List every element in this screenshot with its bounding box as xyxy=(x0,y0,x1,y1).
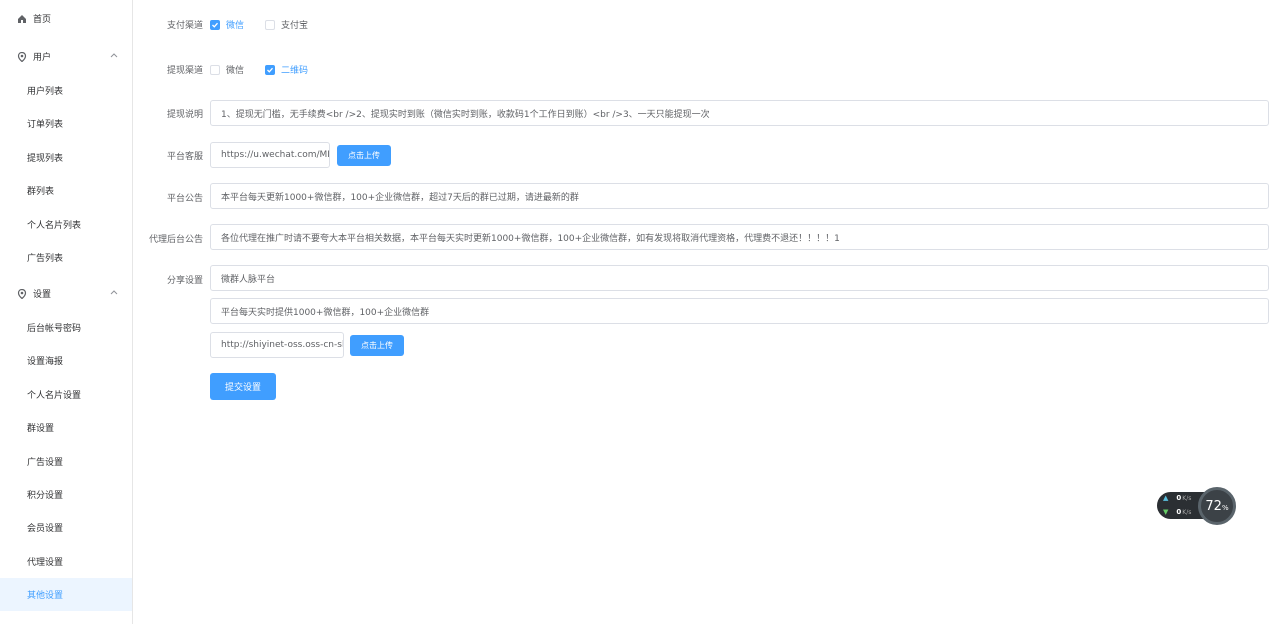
download-arrow-icon: ▼ xyxy=(1163,508,1169,516)
home-icon xyxy=(17,14,27,24)
sidebar-item-home[interactable]: 首页 xyxy=(0,2,132,35)
sidebar-item[interactable]: 用户列表 xyxy=(0,74,132,107)
sidebar-item-label: 群列表 xyxy=(27,187,55,198)
pay-wechat-checkbox[interactable]: 微信 xyxy=(210,18,244,31)
cpu-gauge: 72% xyxy=(1198,487,1236,525)
check-icon xyxy=(265,64,275,75)
system-monitor-widget[interactable]: ▲ 0 K/s ▼ 0 K/s 72% xyxy=(1157,487,1237,525)
sidebar-item-label: 广告列表 xyxy=(27,254,64,264)
sidebar-item[interactable]: 广告设置 xyxy=(0,445,132,478)
sidebar-item[interactable]: 设置海报 xyxy=(0,344,132,377)
platform-service-label: 平台客服 xyxy=(166,152,203,162)
sidebar-group-label: 用户 xyxy=(33,53,52,63)
withdraw-wechat-checkbox[interactable]: 微信 xyxy=(210,63,244,76)
sidebar-item[interactable]: 群列表 xyxy=(0,174,132,207)
sidebar-item[interactable]: 订单列表 xyxy=(0,107,132,140)
sidebar-item[interactable]: 群设置 xyxy=(0,411,132,444)
withdraw-qrcode-checkbox[interactable]: 二维码 xyxy=(265,63,308,76)
sidebar-item-label: 其他设置 xyxy=(27,591,64,602)
agent-notice-label: 代理后台公告 xyxy=(148,235,203,245)
download-speed: ▼ 0 K/s xyxy=(1163,508,1192,516)
sidebar-item-label: 会员设置 xyxy=(27,524,64,535)
pay-channel-label: 支付渠道 xyxy=(166,21,203,31)
sidebar-item-label: 首页 xyxy=(33,15,52,25)
location-icon xyxy=(17,51,27,62)
share-title-input[interactable]: 微群人脉平台 xyxy=(210,265,1269,291)
sidebar-item[interactable]: 会员设置 xyxy=(0,511,132,544)
sidebar-item-label: 广告设置 xyxy=(27,457,64,468)
platform-service-input[interactable]: https://u.wechat.com/MI xyxy=(210,142,330,168)
withdraw-desc-label: 提现说明 xyxy=(166,110,203,120)
sidebar-item-label: 设置海报 xyxy=(27,357,64,368)
pay-alipay-checkbox[interactable]: 支付宝 xyxy=(265,18,308,31)
withdraw-desc-input[interactable]: 1、提现无门槛，无手续费<br />2、提现实时到账（微信实时到账，收款码1个工… xyxy=(210,100,1269,126)
sidebar-item[interactable]: 广告列表 xyxy=(0,241,132,274)
sidebar: 首页 用户 用户列表订单列表提现列表群列表个人名片列表 广告列表 设置 后台帐号密… xyxy=(0,0,133,624)
sidebar-item-label: 积分设置 xyxy=(27,491,64,501)
sidebar-item-label: 后台帐号密码 xyxy=(27,324,82,334)
sidebar-item-label: 个人名片列表 xyxy=(27,220,82,231)
sidebar-item[interactable]: 提现列表 xyxy=(0,141,132,174)
share-upload-button[interactable]: 点击上传 xyxy=(350,335,404,356)
location-icon xyxy=(17,288,27,299)
share-image-input[interactable]: http://shiyinet-oss.oss-cn-sl xyxy=(210,332,344,358)
platform-notice-input[interactable]: 本平台每天更新1000+微信群，100+企业微信群，超过7天后的群已过期，请进最… xyxy=(210,183,1269,209)
check-icon xyxy=(210,19,220,30)
platform-notice-label: 平台公告 xyxy=(166,194,203,204)
sidebar-item[interactable]: 其他设置 xyxy=(0,578,132,612)
sidebar-item-label: 个人名片设置 xyxy=(27,390,82,401)
sidebar-item-label: 用户列表 xyxy=(27,87,64,97)
service-upload-button[interactable]: 点击上传 xyxy=(337,145,391,166)
settings-form: 支付渠道 微信 支付宝 提现渠道 微信 二维码 提现说明 1、提现无门槛，无手续… xyxy=(133,0,1280,624)
sidebar-item-label: 群设置 xyxy=(27,424,55,435)
chevron-up-icon xyxy=(110,51,118,61)
sidebar-item[interactable]: 代理设置 xyxy=(0,545,132,578)
sidebar-group-label: 设置 xyxy=(33,290,52,300)
share-desc-input[interactable]: 平台每天实时提供1000+微信群，100+企业微信群 xyxy=(210,298,1269,324)
upload-speed: ▲ 0 K/s xyxy=(1163,494,1192,502)
sidebar-group-settings[interactable]: 设置 xyxy=(0,277,132,310)
sidebar-item-label: 提现列表 xyxy=(27,153,64,164)
sidebar-item-label: 订单列表 xyxy=(27,120,64,131)
upload-arrow-icon: ▲ xyxy=(1163,494,1169,502)
sidebar-item[interactable]: 个人名片列表 xyxy=(0,208,132,241)
sidebar-group-user[interactable]: 用户 xyxy=(0,40,132,73)
share-label: 分享设置 xyxy=(166,276,203,286)
sidebar-item-label: 代理设置 xyxy=(27,557,64,568)
chevron-up-icon xyxy=(110,288,118,298)
sidebar-item[interactable]: 后台帐号密码 xyxy=(0,311,132,344)
sidebar-item[interactable]: 积分设置 xyxy=(0,478,132,511)
sidebar-item[interactable]: 个人名片设置 xyxy=(0,378,132,411)
submit-button[interactable]: 提交设置 xyxy=(210,373,276,400)
agent-notice-input[interactable]: 各位代理在推广时请不要夸大本平台相关数据，本平台每天实时更新1000+微信群，1… xyxy=(210,224,1269,250)
withdraw-channel-label: 提现渠道 xyxy=(166,66,203,76)
